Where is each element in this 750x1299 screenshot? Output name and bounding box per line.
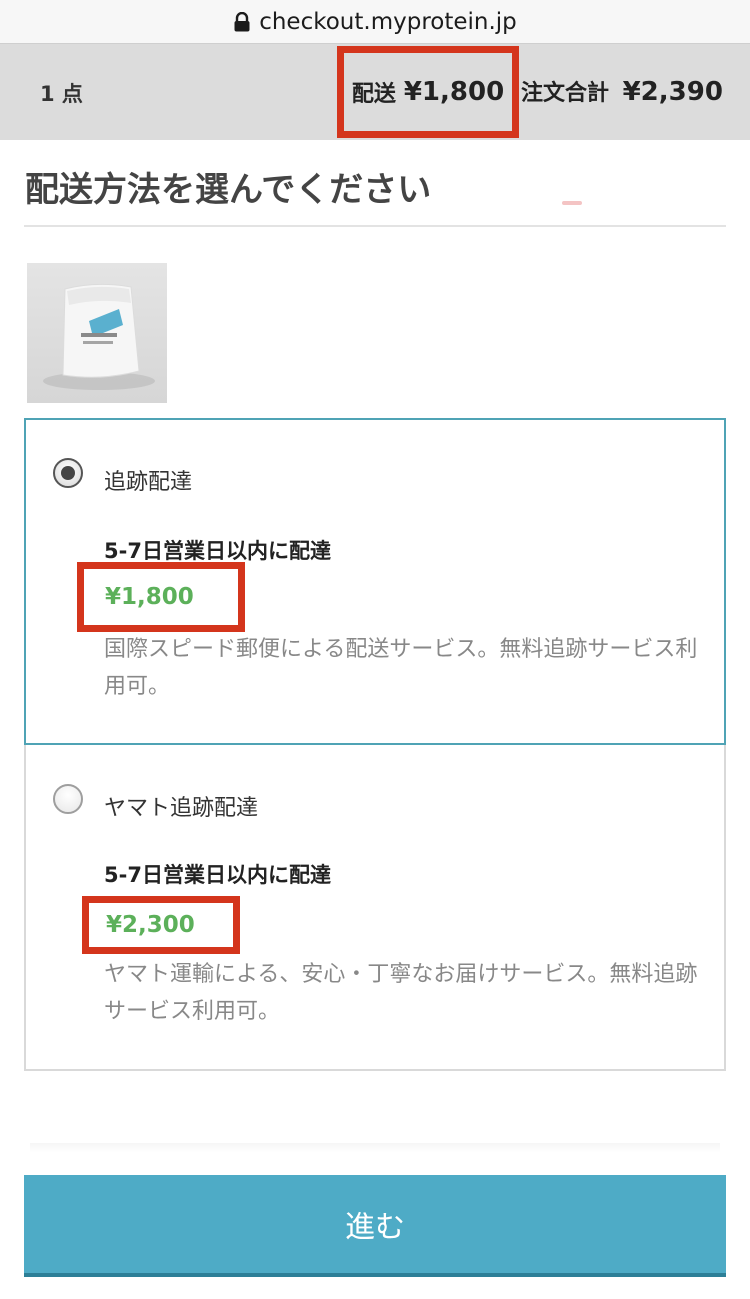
order-total-label: 注文合計 — [521, 81, 610, 106]
item-count: 1 点 — [40, 82, 83, 106]
option-description: 国際スピード郵便による配送サービス。無料追跡サービス利用可。 — [104, 637, 698, 699]
option-price: ¥2,300 — [82, 896, 240, 954]
product-pouch-image — [43, 283, 155, 390]
order-total-summary: 注文合計 ¥2,390 — [521, 75, 723, 107]
option-description: ヤマト運輸による、安心・丁寧なお届けサービス。無料追跡サービス利用可。 — [104, 962, 698, 1024]
option-price: ¥1,800 — [77, 562, 245, 632]
url-bar[interactable]: checkout.myprotein.jp — [0, 0, 750, 44]
shipping-option-yamato[interactable]: ヤマト追跡配達 5-7日営業日以内に配達 ¥2,300 ヤマト運輸による、安心・… — [24, 745, 726, 1071]
shipping-label: 配送 — [351, 82, 396, 107]
delivery-eta: 5-7日営業日以内に配達 — [104, 863, 331, 887]
divider — [24, 225, 726, 227]
order-total-value: ¥2,390 — [622, 77, 723, 107]
option-name: 追跡配達 — [104, 470, 193, 495]
proceed-button[interactable]: 進む — [24, 1175, 726, 1277]
radio-tracked-selected[interactable] — [53, 458, 83, 488]
lock-icon — [234, 11, 250, 31]
radio-dot — [61, 466, 75, 480]
shipping-option-tracked[interactable]: 追跡配達 5-7日営業日以内に配達 ¥1,800 国際スピード郵便による配送サー… — [24, 418, 726, 745]
shipping-value: ¥1,800 — [403, 77, 505, 107]
page-title: 配送方法を選んでください — [25, 170, 432, 210]
decorative-mark — [562, 201, 582, 205]
section-fade — [30, 1143, 720, 1153]
option-price-value: ¥1,800 — [105, 584, 194, 610]
delivery-eta: 5-7日営業日以内に配達 — [104, 539, 331, 563]
option-name: ヤマト追跡配達 — [104, 796, 259, 821]
radio-yamato[interactable] — [53, 784, 83, 814]
shipping-cost-summary: 配送 ¥1,800 — [337, 46, 519, 138]
option-price-value: ¥2,300 — [106, 912, 195, 938]
url-host: checkout.myprotein.jp — [259, 8, 517, 35]
order-summary-bar: 1 点 配送 ¥1,800 注文合計 ¥2,390 — [0, 44, 750, 140]
product-thumbnail — [27, 263, 167, 403]
